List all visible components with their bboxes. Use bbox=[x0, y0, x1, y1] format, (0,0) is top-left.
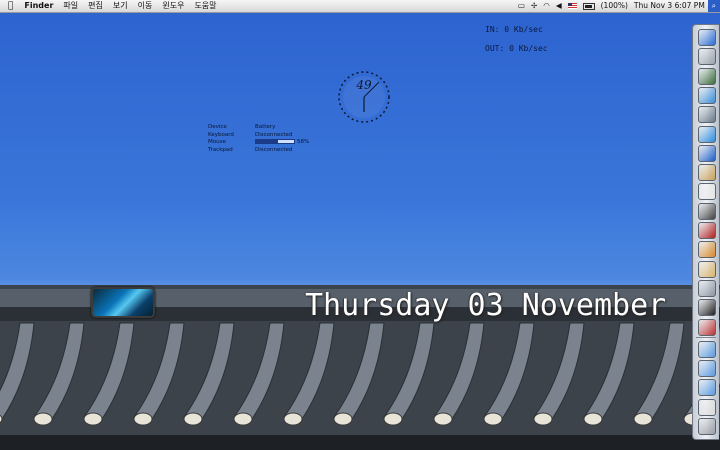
bt-device-keyboard: Keyboard bbox=[208, 131, 234, 138]
dock-facetime-icon[interactable] bbox=[698, 202, 716, 220]
app-menu-finder[interactable]: Finder bbox=[19, 0, 58, 12]
network-status-icon[interactable]: ✢ bbox=[528, 0, 540, 12]
dock-folder-icon[interactable] bbox=[698, 360, 716, 378]
dock-folder-icon[interactable] bbox=[698, 340, 716, 358]
clock-value: 49 bbox=[356, 78, 372, 92]
dock-itunes-icon[interactable] bbox=[698, 144, 716, 162]
volume-icon[interactable]: ◀ bbox=[553, 0, 565, 12]
dock-calendar-icon[interactable] bbox=[698, 183, 716, 201]
bluetooth-battery-widget: Device Battery Keyboard Disconnected Mou… bbox=[208, 124, 309, 154]
dock-finder-icon[interactable] bbox=[698, 29, 716, 46]
bt-header-battery: Battery bbox=[255, 124, 276, 130]
bt-status-mouse: 58% bbox=[297, 139, 310, 145]
bt-device-trackpad: Trackpad bbox=[208, 146, 233, 153]
network-in-text: IN: 0 Kb/sec bbox=[485, 25, 543, 34]
dock-photobooth-icon[interactable] bbox=[698, 222, 716, 239]
menu-view[interactable]: 보기 bbox=[108, 0, 133, 12]
dock-safari-icon[interactable] bbox=[698, 86, 716, 104]
date-overlay: Thursday 03 November bbox=[305, 288, 667, 323]
bt-header-device: Device bbox=[208, 124, 227, 130]
screen-share-icon[interactable]: ▭ bbox=[515, 0, 528, 12]
clock-widget: 49 bbox=[337, 70, 391, 124]
mouse-battery-meter bbox=[255, 139, 295, 144]
dock-rocket-icon[interactable] bbox=[698, 48, 716, 66]
battery-percent[interactable]: (100%) bbox=[598, 0, 631, 12]
dock-appstore-icon[interactable] bbox=[698, 125, 716, 143]
menu-file[interactable]: 파일 bbox=[58, 0, 83, 12]
dock-dashboard-icon[interactable] bbox=[698, 67, 716, 85]
dock bbox=[692, 24, 719, 440]
dock-iphoto-icon[interactable] bbox=[698, 260, 716, 278]
dock-garageband-icon[interactable] bbox=[698, 241, 716, 259]
menu-window[interactable]: 윈도우 bbox=[157, 0, 189, 12]
wifi-icon[interactable]: ◠ bbox=[540, 0, 553, 12]
dock-system-prefs-icon[interactable] bbox=[698, 279, 716, 297]
input-source-flag-icon[interactable] bbox=[565, 0, 580, 12]
menubar-clock[interactable]: Thu Nov 3 6:07 PM bbox=[631, 0, 708, 12]
dock-mail-icon[interactable] bbox=[698, 106, 716, 124]
dock-trash-icon[interactable] bbox=[698, 418, 716, 435]
dock-preview-icon[interactable] bbox=[698, 164, 716, 182]
desktop:  Finder 파일 편집 보기 이동 윈도우 도움말 ▭ ✢ ◠ ◀ (10… bbox=[0, 0, 720, 450]
battery-icon[interactable] bbox=[580, 0, 598, 12]
dock-drive-icon[interactable] bbox=[698, 398, 716, 416]
menu-help[interactable]: 도움말 bbox=[189, 0, 221, 12]
dock-separator bbox=[696, 336, 716, 338]
network-out-text: OUT: 0 Kb/sec bbox=[485, 44, 548, 53]
dock-terminal-icon[interactable] bbox=[698, 299, 716, 317]
bt-device-mouse: Mouse bbox=[208, 139, 226, 145]
dock-app-icon[interactable] bbox=[698, 318, 716, 336]
menu-bar:  Finder 파일 편집 보기 이동 윈도우 도움말 ▭ ✢ ◠ ◀ (10… bbox=[0, 0, 720, 13]
bt-status-keyboard: Disconnected bbox=[255, 131, 293, 138]
menu-edit[interactable]: 편집 bbox=[83, 0, 108, 12]
apple-menu-icon[interactable]:  bbox=[0, 0, 19, 12]
bt-status-trackpad: Disconnected bbox=[255, 146, 293, 153]
spotlight-icon[interactable]: ⌕ bbox=[707, 0, 720, 12]
network-monitor-widget: IN: 0 Kb/sec OUT: 0 Kb/sec bbox=[485, 20, 548, 58]
dock-downloads-icon[interactable] bbox=[698, 379, 716, 397]
menu-go[interactable]: 이동 bbox=[133, 0, 158, 12]
itunes-album-widget[interactable] bbox=[91, 287, 155, 318]
